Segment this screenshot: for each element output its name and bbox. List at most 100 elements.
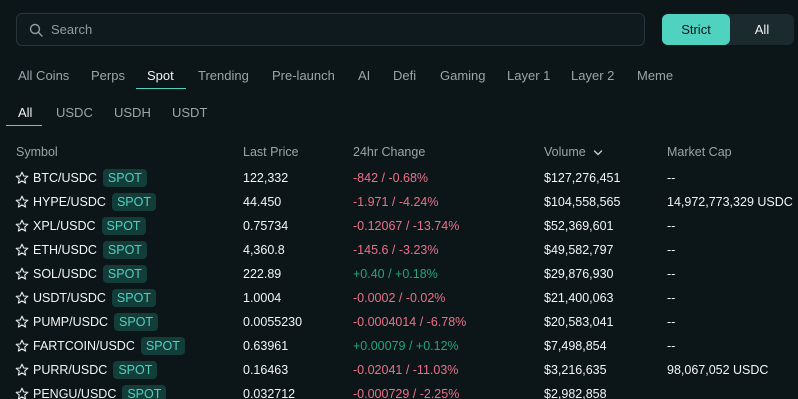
tab-perps[interactable]: Perps — [91, 62, 125, 89]
tab-meme[interactable]: Meme — [637, 62, 673, 89]
tab-layer-2[interactable]: Layer 2 — [571, 62, 614, 89]
tab-gaming[interactable]: Gaming — [440, 62, 486, 89]
table-row[interactable]: SOL/USDC SPOT 222.89 +0.40 / +0.18% $29,… — [0, 262, 798, 286]
symbol-name: PUMP/USDC — [33, 315, 109, 329]
tab-layer-1[interactable]: Layer 1 — [507, 62, 550, 89]
market-cap-cell: 14,972,773,329 USDC — [667, 195, 793, 209]
symbol-name: HYPE/USDC — [33, 195, 106, 209]
star-icon[interactable] — [15, 291, 29, 305]
column-market-cap[interactable]: Market Cap — [667, 145, 732, 159]
symbol-cell: HYPE/USDC SPOT — [33, 190, 156, 214]
change-cell: -0.12067 / -13.74% — [353, 219, 460, 233]
table-row[interactable]: FARTCOIN/USDC SPOT 0.63961 +0.00079 / +0… — [0, 334, 798, 358]
symbol-cell: PUMP/USDC SPOT — [33, 310, 159, 334]
last-price-cell: 0.16463 — [243, 363, 289, 377]
quote-tab-all[interactable]: All — [18, 99, 32, 126]
column-symbol[interactable]: Symbol — [16, 145, 58, 159]
change-cell: -1.971 / -4.24% — [353, 195, 439, 209]
column-24hr-change[interactable]: 24hr Change — [353, 145, 425, 159]
volume-cell: $3,216,635 — [544, 363, 607, 377]
table-row[interactable]: HYPE/USDC SPOT 44.450 -1.971 / -4.24% $1… — [0, 190, 798, 214]
table-row[interactable]: PUMP/USDC SPOT 0.0055230 -0.0004014 / -6… — [0, 310, 798, 334]
quote-tab-usdc[interactable]: USDC — [56, 99, 93, 126]
star-icon[interactable] — [15, 243, 29, 257]
change-cell: -0.0002 / -0.02% — [353, 291, 446, 305]
last-price-cell: 0.032712 — [243, 387, 296, 399]
market-cap-cell: -- — [667, 291, 676, 305]
quote-asset-tabs: All USDC USDH USDT — [0, 99, 798, 127]
symbol-cell: XPL/USDC SPOT — [33, 214, 146, 238]
market-cap-cell: -- — [667, 339, 676, 353]
search-input[interactable] — [51, 22, 644, 37]
last-price-cell: 1.0004 — [243, 291, 282, 305]
change-cell: -145.6 / -3.23% — [353, 243, 439, 257]
market-cap-cell: -- — [667, 315, 676, 329]
star-icon[interactable] — [15, 171, 29, 185]
volume-cell: $49,582,797 — [544, 243, 614, 257]
symbol-name: PENGU/USDC — [33, 387, 117, 399]
symbol-cell: FARTCOIN/USDC SPOT — [33, 334, 185, 358]
spot-badge: SPOT — [102, 169, 147, 187]
table-row[interactable]: XPL/USDC SPOT 0.75734 -0.12067 / -13.74%… — [0, 214, 798, 238]
column-volume[interactable]: Volume — [544, 145, 603, 159]
last-price-cell: 44.450 — [243, 195, 282, 209]
spot-badge: SPOT — [101, 217, 146, 235]
table-row[interactable]: PENGU/USDC SPOT 0.032712 -0.000729 / -2.… — [0, 382, 798, 399]
table-row[interactable]: ETH/USDC SPOT 4,360.8 -145.6 / -3.23% $4… — [0, 238, 798, 262]
change-cell: -0.02041 / -11.03% — [353, 363, 459, 377]
symbol-name: PURR/USDC — [33, 363, 108, 377]
spot-badge: SPOT — [111, 193, 156, 211]
last-price-cell: 122,332 — [243, 171, 289, 185]
symbol-name: BTC/USDC — [33, 171, 97, 185]
spot-badge: SPOT — [102, 265, 147, 283]
star-icon[interactable] — [15, 339, 29, 353]
tab-defi[interactable]: Defi — [393, 62, 416, 89]
table-row[interactable]: PURR/USDC SPOT 0.16463 -0.02041 / -11.03… — [0, 358, 798, 382]
all-toggle-button[interactable]: All — [730, 14, 794, 45]
volume-cell: $127,276,451 — [544, 171, 621, 185]
tab-all-coins[interactable]: All Coins — [18, 62, 69, 89]
table-row[interactable]: BTC/USDC SPOT 122,332 -842 / -0.68% $127… — [0, 166, 798, 190]
tab-ai[interactable]: AI — [358, 62, 370, 89]
star-icon[interactable] — [15, 267, 29, 281]
symbol-cell: PURR/USDC SPOT — [33, 358, 158, 382]
spot-badge: SPOT — [140, 337, 185, 355]
spot-badge: SPOT — [111, 289, 156, 307]
star-icon[interactable] — [15, 195, 29, 209]
quote-tab-usdt[interactable]: USDT — [172, 99, 207, 126]
quote-tab-usdh[interactable]: USDH — [114, 99, 151, 126]
symbol-cell: PENGU/USDC SPOT — [33, 382, 167, 399]
symbol-name: ETH/USDC — [33, 243, 97, 257]
change-cell: +0.40 / +0.18% — [353, 267, 438, 281]
last-price-cell: 222.89 — [243, 267, 282, 281]
change-cell: -0.000729 / -2.25% — [353, 387, 460, 399]
tab-spot[interactable]: Spot — [147, 62, 174, 89]
search-box[interactable] — [16, 13, 645, 46]
spot-badge: SPOT — [102, 241, 147, 259]
last-price-cell: 0.63961 — [243, 339, 289, 353]
strict-all-toggle: Strict All — [662, 14, 794, 45]
spot-badge: SPOT — [114, 313, 159, 331]
market-cap-cell: -- — [667, 267, 676, 281]
volume-cell: $52,369,601 — [544, 219, 614, 233]
symbol-cell: ETH/USDC SPOT — [33, 238, 147, 262]
strict-toggle-button[interactable]: Strict — [662, 14, 730, 45]
last-price-cell: 4,360.8 — [243, 243, 285, 257]
volume-cell: $21,400,063 — [544, 291, 614, 305]
tab-pre-launch[interactable]: Pre-launch — [272, 62, 335, 89]
search-icon — [29, 23, 43, 37]
symbol-name: USDT/USDC — [33, 291, 106, 305]
volume-cell: $104,558,565 — [544, 195, 621, 209]
table-row[interactable]: USDT/USDC SPOT 1.0004 -0.0002 / -0.02% $… — [0, 286, 798, 310]
column-last-price[interactable]: Last Price — [243, 145, 299, 159]
star-icon[interactable] — [15, 387, 29, 399]
market-cap-cell: -- — [667, 171, 676, 185]
star-icon[interactable] — [15, 315, 29, 329]
tab-trending[interactable]: Trending — [198, 62, 249, 89]
column-volume-label: Volume — [544, 145, 586, 159]
star-icon[interactable] — [15, 363, 29, 377]
symbol-name: XPL/USDC — [33, 219, 96, 233]
star-icon[interactable] — [15, 219, 29, 233]
table-header: Symbol Last Price 24hr Change Volume Mar… — [0, 145, 798, 163]
spot-badge: SPOT — [122, 385, 167, 399]
